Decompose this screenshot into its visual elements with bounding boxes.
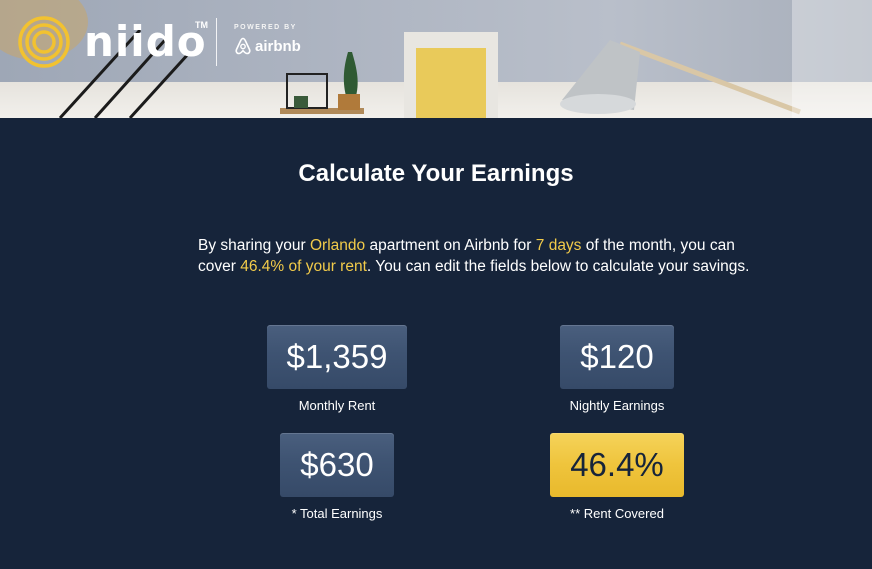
intro-text-2: apartment on Airbnb for (365, 237, 536, 254)
total-earnings-stat: $630 * Total Earnings (237, 433, 437, 521)
hero-banner: niido TM POWERED BY airbnb (0, 0, 872, 118)
brand-name: niido (84, 17, 207, 66)
niido-rings-icon (18, 16, 70, 68)
logo-divider (216, 18, 217, 66)
percent-highlight: 46.4% of your rent (240, 257, 367, 275)
powered-by-label: POWERED BY (234, 24, 297, 31)
niido-logo[interactable]: niido TM POWERED BY airbnb (18, 16, 318, 72)
trademark: TM (195, 20, 208, 30)
total-earnings-value: $630 (280, 433, 394, 497)
city-highlight: Orlando (310, 237, 366, 254)
rent-covered-label: ** Rent Covered (570, 506, 664, 521)
airbnb-logo: airbnb (234, 37, 301, 55)
total-earnings-label: * Total Earnings (291, 506, 383, 521)
airbnb-wordmark: airbnb (255, 37, 301, 55)
page-title: Calculate Your Earnings (298, 160, 574, 187)
monthly-rent-stat: $1,359 Monthly Rent (237, 325, 437, 413)
nightly-earnings-stat: $120 Nightly Earnings (517, 325, 717, 413)
nightly-earnings-label: Nightly Earnings (569, 398, 665, 413)
airbnb-icon (235, 37, 251, 55)
monthly-rent-label: Monthly Rent (298, 398, 376, 413)
rent-covered-value: 46.4% (550, 433, 684, 497)
intro-paragraph: By sharing your Orlando apartment on Air… (198, 236, 758, 277)
rent-covered-stat: 46.4% ** Rent Covered (517, 433, 717, 521)
intro-text-1: By sharing your (198, 237, 310, 254)
monthly-rent-input[interactable]: $1,359 (266, 325, 408, 389)
days-highlight: 7 days (535, 237, 582, 254)
nightly-earnings-input[interactable]: $120 (560, 325, 674, 389)
intro-text-4: . You can edit the fields below to calcu… (366, 257, 750, 275)
